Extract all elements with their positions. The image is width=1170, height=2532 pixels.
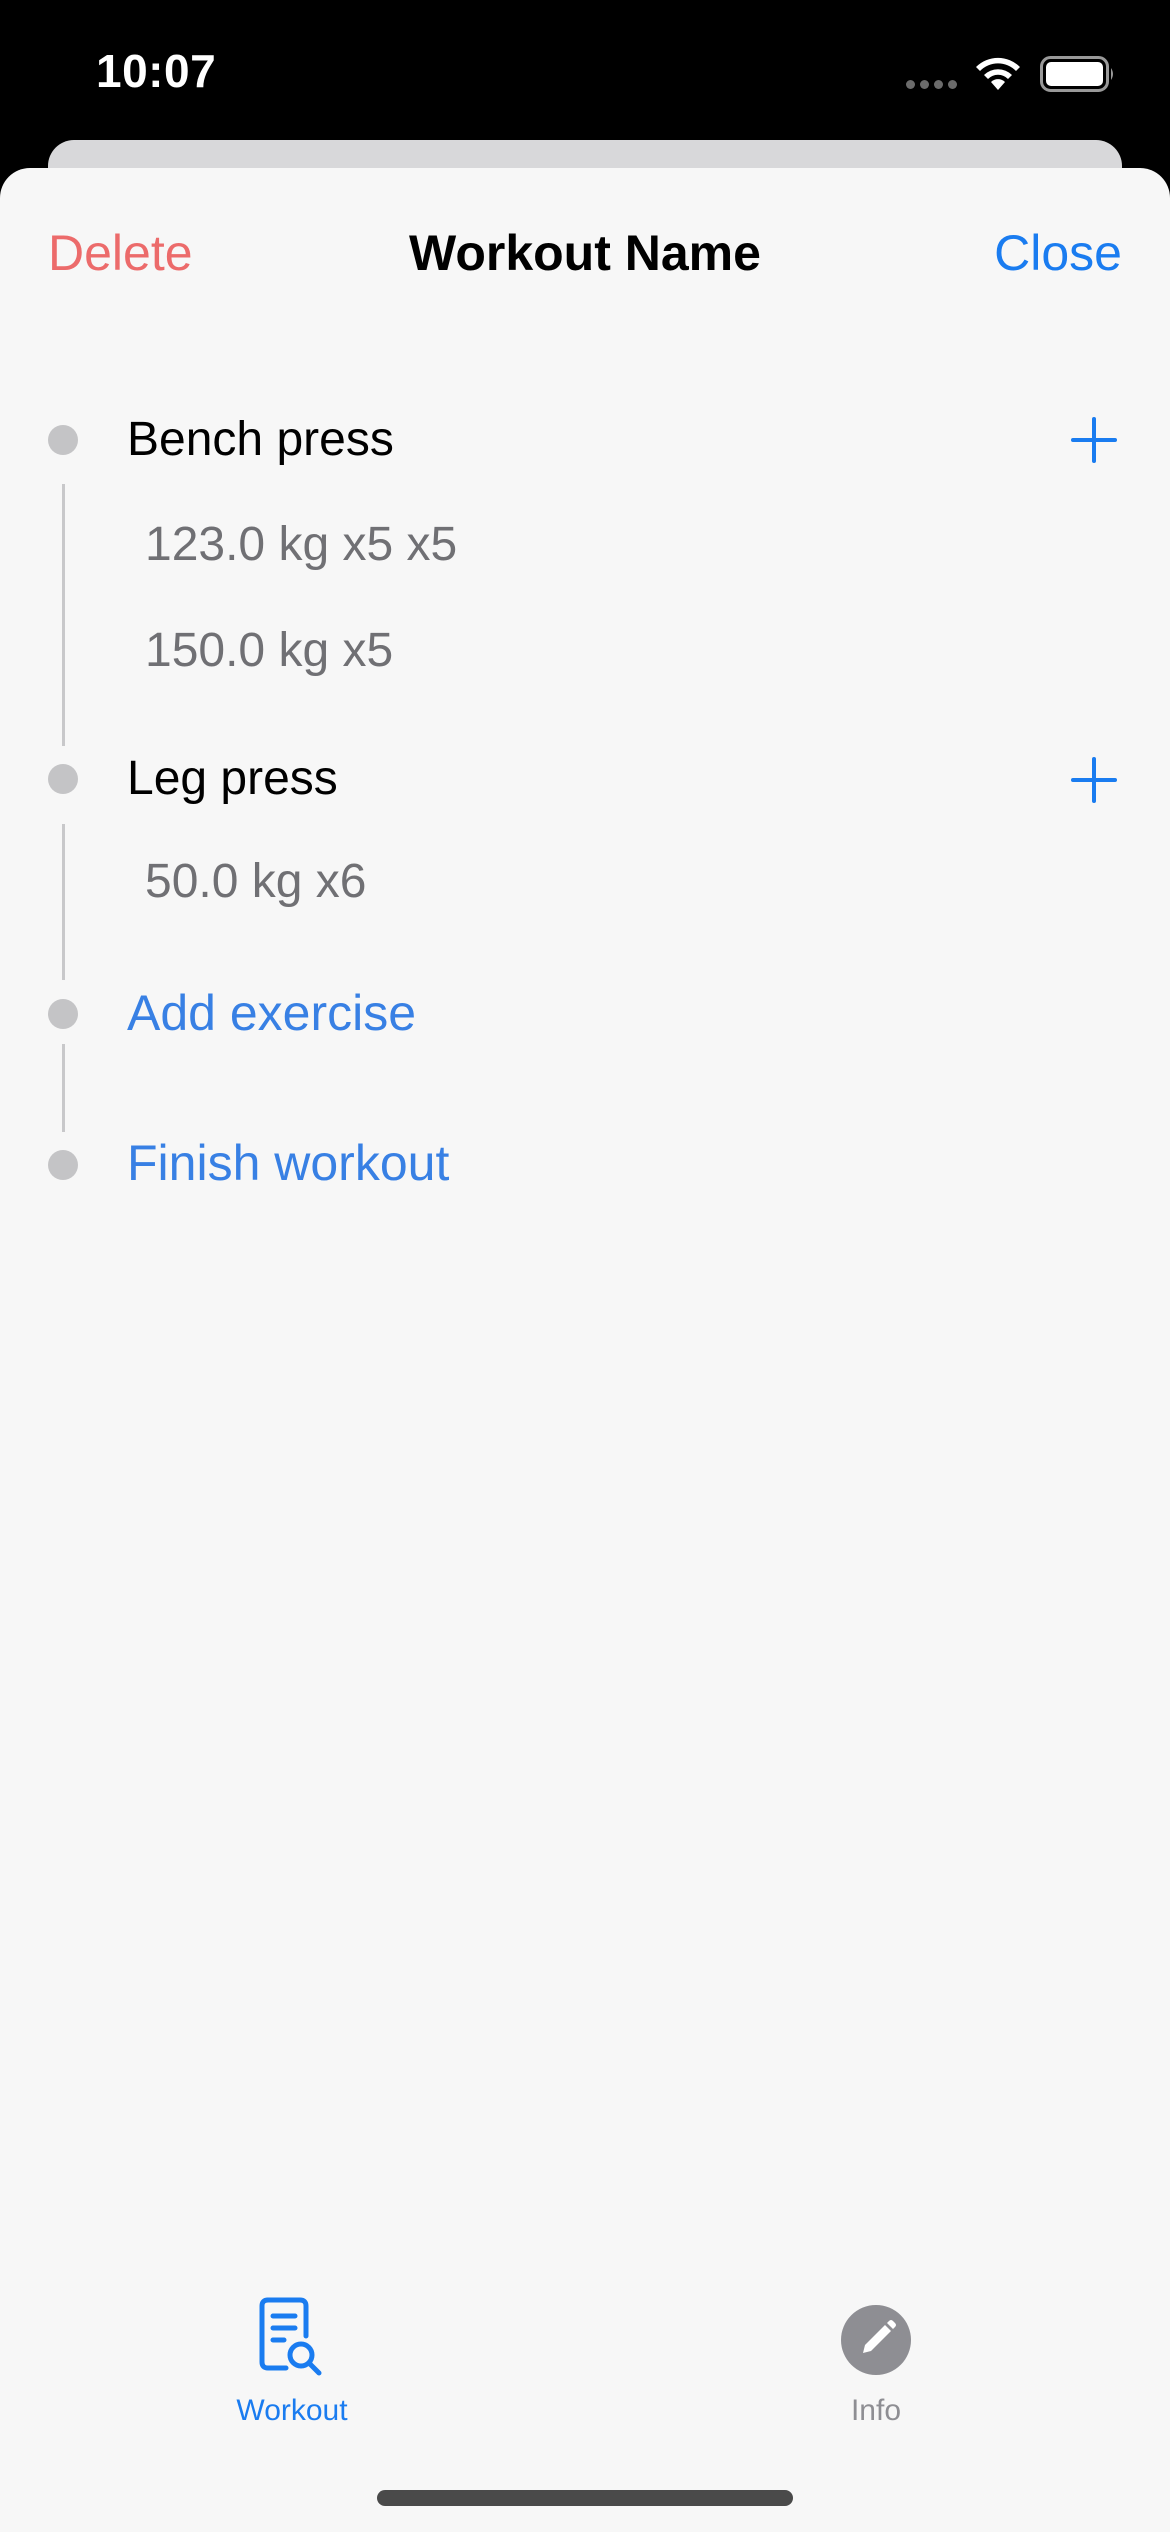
status-bar: 10:07 [0,0,1170,140]
timeline-connector [62,484,65,746]
exercise-name[interactable]: Bench press [127,412,394,467]
document-search-icon [259,2297,322,2376]
set-row[interactable]: 123.0 kg x5 x5 [145,517,457,572]
pencil-circle-icon [841,2305,911,2375]
finish-workout-button[interactable]: Finish workout [127,1134,449,1192]
cellular-signal-icon [906,80,960,90]
set-row[interactable]: 150.0 kg x5 [145,623,393,678]
timeline-dot [48,764,78,794]
tab-label: Info [850,2394,902,2427]
workout-sheet: Delete Workout Name Close Bench press 12… [0,168,1170,2532]
timeline-connector [62,1044,65,1132]
tab-label: Workout [236,2394,348,2427]
add-exercise-button[interactable]: Add exercise [127,984,416,1042]
tab-workout[interactable]: Workout [192,2296,392,2466]
navigation-bar: Delete Workout Name Close [0,168,1170,338]
exercise-name[interactable]: Leg press [127,751,338,806]
status-time: 10:07 [96,45,217,97]
timeline-dot [48,425,78,455]
add-set-button[interactable] [1068,754,1120,806]
set-row[interactable]: 50.0 kg x6 [145,854,366,909]
home-indicator[interactable] [377,2490,793,2506]
add-set-button[interactable] [1068,414,1120,466]
wifi-icon [976,57,1020,90]
timeline-dot [48,1150,78,1180]
battery-icon [1040,56,1113,92]
timeline-dot [48,999,78,1029]
timeline-connector [62,824,65,980]
close-button[interactable]: Close [994,224,1122,282]
tab-info[interactable]: Info [776,2296,976,2466]
